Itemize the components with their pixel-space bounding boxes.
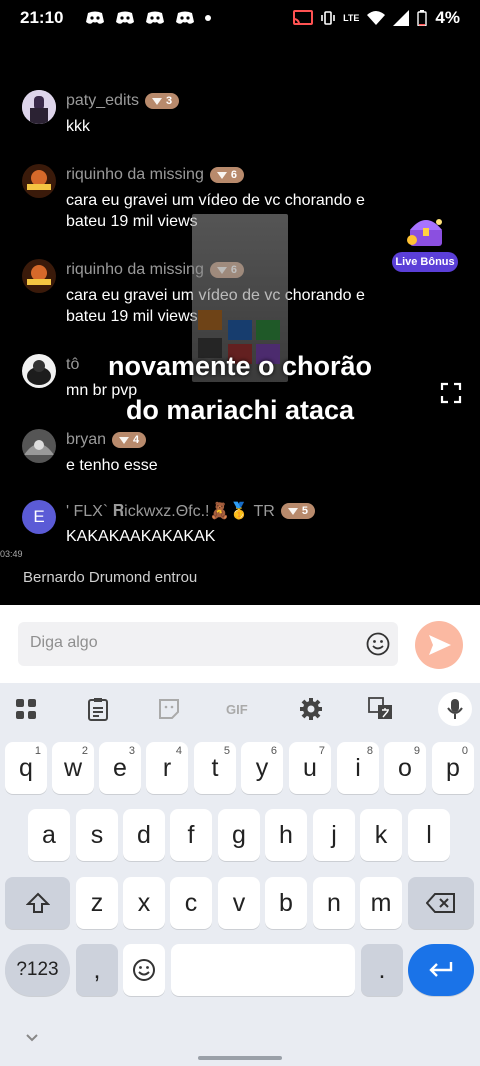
message-text: e tenho esse [66, 457, 158, 474]
cast-icon [293, 10, 314, 25]
key-v[interactable]: v [218, 877, 260, 929]
key-p[interactable]: p0 [432, 742, 474, 794]
send-button[interactable] [415, 621, 463, 669]
avatar[interactable] [22, 90, 56, 124]
key-d[interactable]: d [123, 809, 165, 861]
message-text: kkk [66, 118, 90, 135]
key-u[interactable]: u7 [289, 742, 331, 794]
gif-icon[interactable]: GIF [226, 695, 254, 723]
discord-icon [116, 11, 135, 24]
microphone-icon[interactable] [438, 692, 472, 726]
emoji-icon [133, 959, 155, 981]
lte-label: LTE [343, 12, 360, 23]
key-z[interactable]: z [76, 877, 118, 929]
key-b[interactable]: b [265, 877, 307, 929]
message-input[interactable]: Diga algo [18, 622, 398, 666]
level-badge: 6 [209, 167, 244, 183]
username[interactable]: ' FLX` 𝐑ickwxz.Θfc.!🧸🥇 TR [66, 501, 275, 521]
fullscreen-icon[interactable] [440, 382, 462, 404]
key-c[interactable]: c [170, 877, 212, 929]
key-o[interactable]: o9 [384, 742, 426, 794]
level-badge: 4 [112, 432, 147, 448]
keyboard-toolbar: GIF [0, 683, 480, 735]
key-r[interactable]: r4 [146, 742, 188, 794]
svg-text:GIF: GIF [226, 702, 248, 717]
clipboard-icon[interactable] [84, 695, 112, 723]
chat-message: paty_edits 3 kkk [22, 90, 396, 137]
chat-message: bryan 4 e tenho esse [22, 429, 396, 476]
discord-icon [86, 11, 105, 24]
stream-caption-line2: do mariachi ataca [125, 395, 355, 425]
battery-icon [417, 10, 428, 26]
chevron-down-icon[interactable] [24, 1030, 40, 1046]
key-h[interactable]: h [265, 809, 307, 861]
send-icon [429, 635, 451, 655]
key-y[interactable]: y6 [241, 742, 283, 794]
period-key[interactable]: . [361, 944, 403, 996]
symbols-key[interactable]: ?123 [5, 944, 70, 996]
battery-percent: 4% [435, 8, 460, 27]
emoji-key[interactable] [123, 944, 165, 996]
discord-icon [176, 11, 195, 24]
key-s[interactable]: s [76, 809, 118, 861]
wifi-icon [367, 11, 386, 25]
gesture-nav-handle[interactable] [198, 1056, 282, 1060]
sticker-icon[interactable] [155, 695, 183, 723]
key-w[interactable]: w2 [52, 742, 94, 794]
level-badge: 5 [280, 503, 315, 519]
settings-gear-icon[interactable] [297, 695, 325, 723]
message-input-placeholder: Diga algo [30, 634, 98, 651]
key-f[interactable]: f [170, 809, 212, 861]
live-bonus-button[interactable]: Live Bônus [392, 212, 458, 274]
key-a[interactable]: a [28, 809, 70, 861]
username[interactable]: riquinho da missing [66, 166, 204, 184]
enter-arrow-icon [429, 962, 453, 977]
key-n[interactable]: n [313, 877, 355, 929]
avatar[interactable] [22, 429, 56, 463]
live-bonus-label: Live Bônus [392, 252, 458, 272]
avatar[interactable]: E [22, 500, 56, 534]
avatar[interactable] [22, 354, 56, 388]
discord-icon [146, 11, 165, 24]
signal-icon [393, 10, 410, 26]
message-text: KAKAKAAKAKAKAK [66, 528, 216, 545]
key-l[interactable]: l [408, 809, 450, 861]
notification-dot-icon [205, 15, 212, 21]
username[interactable]: riquinho da missing [66, 261, 204, 279]
key-m[interactable]: m [360, 877, 402, 929]
avatar[interactable] [22, 164, 56, 198]
key-g[interactable]: g [218, 809, 260, 861]
message-composer: Diga algo [0, 605, 480, 683]
backspace-icon [426, 893, 455, 913]
key-i[interactable]: i8 [337, 742, 379, 794]
shift-key[interactable] [5, 877, 70, 929]
stream-caption-line1: novamente o chorão [107, 351, 373, 381]
translate-icon[interactable] [367, 695, 395, 723]
join-notice: Bernardo Drumond entrou [23, 569, 198, 586]
level-badge: 3 [144, 93, 180, 109]
chat-message: E ' FLX` 𝐑ickwxz.Θfc.!🧸🥇 TR 5 KAKAKAAKAKA… [22, 500, 396, 547]
status-bar: 21:10 LTE 4% [0, 0, 480, 36]
username[interactable]: paty_edits [66, 92, 139, 110]
timestamp: 03:49 [0, 549, 23, 559]
key-k[interactable]: k [360, 809, 402, 861]
shift-arrow-icon [25, 892, 50, 913]
space-bar[interactable] [171, 944, 355, 996]
key-j[interactable]: j [313, 809, 355, 861]
emoji-icon[interactable] [366, 632, 390, 656]
on-screen-keyboard: GIF q1 w2 e3 r4 t5 y6 u7 i8 o9 p0 a s d … [0, 683, 480, 1066]
clock: 21:10 [20, 8, 64, 27]
treasure-chest-icon [407, 219, 442, 246]
avatar[interactable] [22, 259, 56, 293]
vibrate-icon [321, 11, 335, 25]
key-e[interactable]: e3 [99, 742, 141, 794]
apps-grid-icon[interactable] [12, 695, 40, 723]
backspace-key[interactable] [408, 877, 474, 929]
key-q[interactable]: q1 [5, 742, 47, 794]
username[interactable]: bryan [66, 431, 106, 449]
enter-key[interactable] [408, 944, 474, 996]
comma-key[interactable]: , [76, 944, 118, 996]
key-t[interactable]: t5 [194, 742, 236, 794]
key-x[interactable]: x [123, 877, 165, 929]
